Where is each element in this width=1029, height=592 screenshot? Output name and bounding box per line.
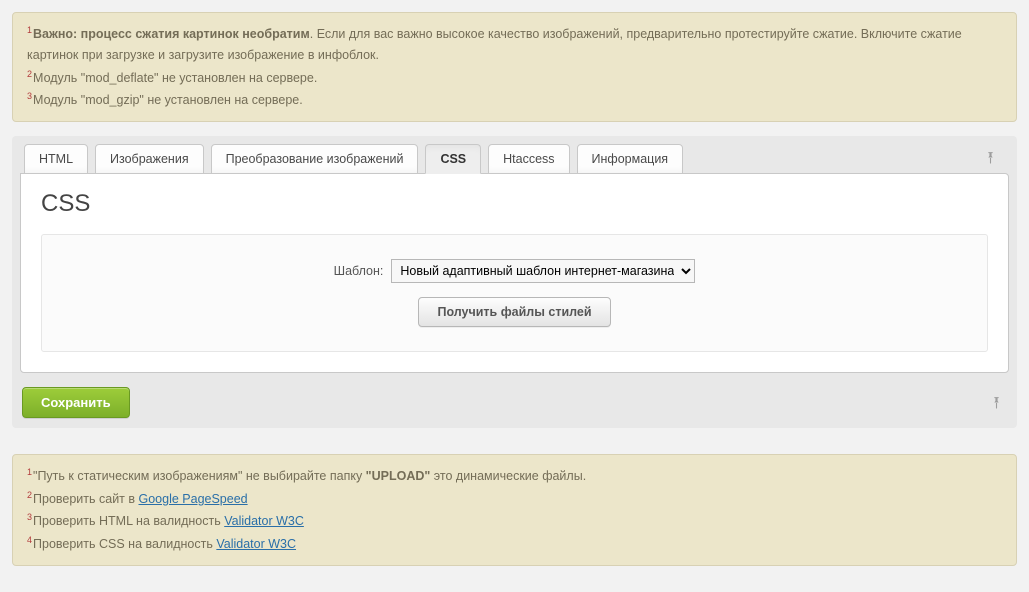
- tab-htaccess[interactable]: Htaccess: [488, 144, 569, 174]
- template-label: Шаблон:: [334, 264, 384, 278]
- template-select[interactable]: Новый адаптивный шаблон интернет-магазин…: [391, 259, 695, 283]
- footnote-marker: 1: [27, 467, 32, 477]
- notice-text: Проверить CSS на валидность: [33, 537, 216, 551]
- google-pagespeed-link[interactable]: Google PageSpeed: [139, 492, 248, 506]
- footnote-marker: 1: [27, 25, 32, 35]
- main-panel: HTML Изображения Преобразование изображе…: [12, 136, 1017, 428]
- notice-line-3: 3Модуль "mod_gzip" не установлен на серв…: [27, 89, 1002, 111]
- page-title: CSS: [41, 190, 988, 218]
- tab-content: CSS Шаблон: Новый адаптивный шаблон инте…: [20, 173, 1009, 373]
- footnote-marker: 4: [27, 535, 32, 545]
- pin-icon: [990, 396, 1003, 409]
- pin-toggle-bottom[interactable]: [990, 396, 1003, 409]
- footnote-marker: 2: [27, 490, 32, 500]
- notice-text: это динамические файлы.: [430, 470, 586, 484]
- template-row: Шаблон: Новый адаптивный шаблон интернет…: [334, 259, 696, 283]
- notice-line-2: 2Модуль "mod_deflate" не установлен на с…: [27, 67, 1002, 89]
- notice-bold: Важно: процесс сжатия картинок необратим: [33, 27, 310, 41]
- html-validator-link[interactable]: Validator W3C: [224, 514, 304, 528]
- css-validator-link[interactable]: Validator W3C: [216, 537, 296, 551]
- tab-info[interactable]: Информация: [577, 144, 684, 174]
- footer-bar: Сохранить: [20, 383, 1009, 420]
- notice-line-1: 1Важно: процесс сжатия картинок необрати…: [27, 23, 1002, 67]
- tab-image-transform[interactable]: Преобразование изображений: [211, 144, 419, 174]
- bottom-notice: 1"Путь к статическим изображениям" не вы…: [12, 454, 1017, 566]
- get-style-files-button[interactable]: Получить файлы стилей: [418, 297, 610, 327]
- bottom-line-4: 4Проверить CSS на валидность Validator W…: [27, 533, 1002, 555]
- footnote-marker: 3: [27, 512, 32, 522]
- notice-text: Модуль "mod_deflate" не установлен на се…: [33, 71, 317, 85]
- notice-text: Модуль "mod_gzip" не установлен на серве…: [33, 93, 303, 107]
- form-area: Шаблон: Новый адаптивный шаблон интернет…: [41, 234, 988, 352]
- tab-css[interactable]: CSS: [425, 144, 481, 174]
- tabs-row: HTML Изображения Преобразование изображе…: [20, 144, 1009, 174]
- notice-text: Проверить сайт в: [33, 492, 138, 506]
- footnote-marker: 2: [27, 69, 32, 79]
- bottom-line-2: 2Проверить сайт в Google PageSpeed: [27, 488, 1002, 510]
- save-button[interactable]: Сохранить: [22, 387, 130, 418]
- notice-bold: "UPLOAD": [366, 470, 431, 484]
- notice-text: Проверить HTML на валидность: [33, 514, 224, 528]
- top-notice: 1Важно: процесс сжатия картинок необрати…: [12, 12, 1017, 122]
- notice-text: "Путь к статическим изображениям" не выб…: [33, 470, 366, 484]
- footnote-marker: 3: [27, 91, 32, 101]
- tab-images[interactable]: Изображения: [95, 144, 204, 174]
- bottom-line-3: 3Проверить HTML на валидность Validator …: [27, 510, 1002, 532]
- bottom-line-1: 1"Путь к статическим изображениям" не вы…: [27, 465, 1002, 487]
- tab-html[interactable]: HTML: [24, 144, 88, 174]
